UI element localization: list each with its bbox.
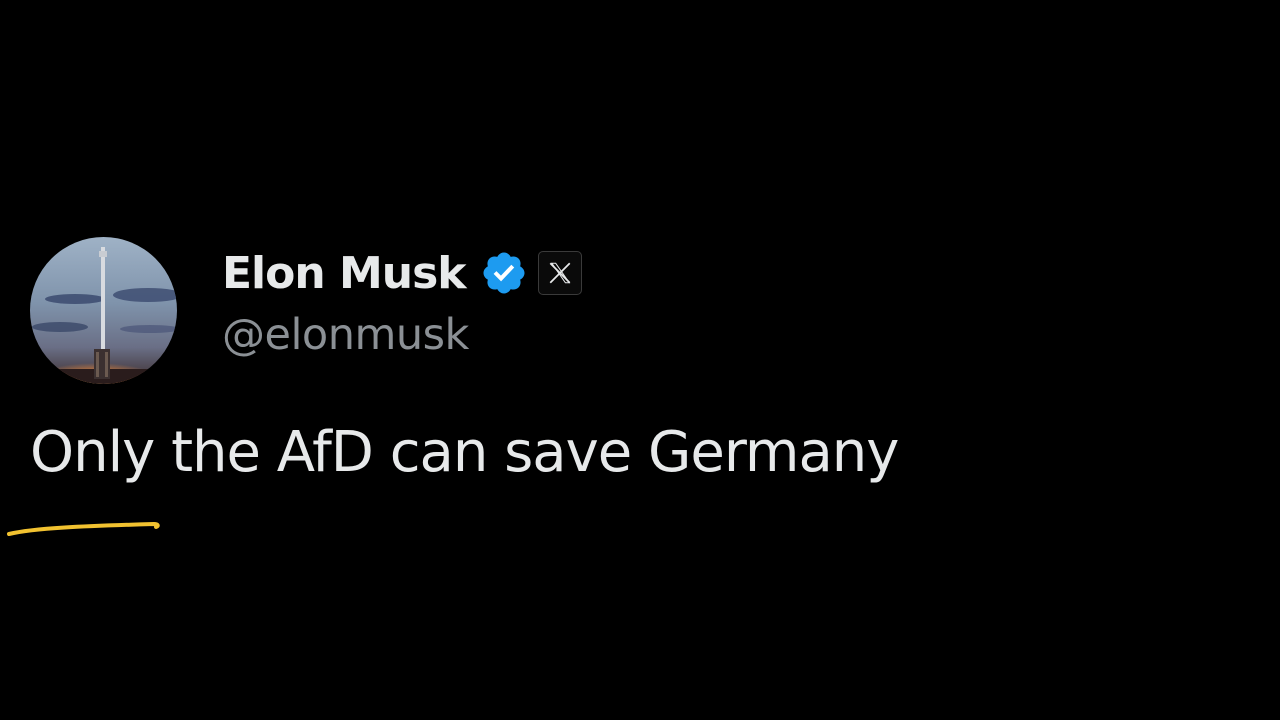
author-display-name[interactable]: Elon Musk [222,248,467,299]
tweet-text: Only the AfD can save Germany [30,420,899,485]
yellow-underline-annotation [7,521,160,536]
verified-badge-icon[interactable] [480,249,528,297]
author-handle[interactable]: @elonmusk [222,310,469,360]
profile-avatar[interactable] [30,237,177,384]
tweet-screenshot: Elon Musk @elonmusk Only the AfD can sav… [0,0,1280,720]
author-name-row: Elon Musk [222,243,582,303]
x-logo-icon[interactable] [537,251,582,295]
rocket-launch-avatar-image [30,237,177,384]
